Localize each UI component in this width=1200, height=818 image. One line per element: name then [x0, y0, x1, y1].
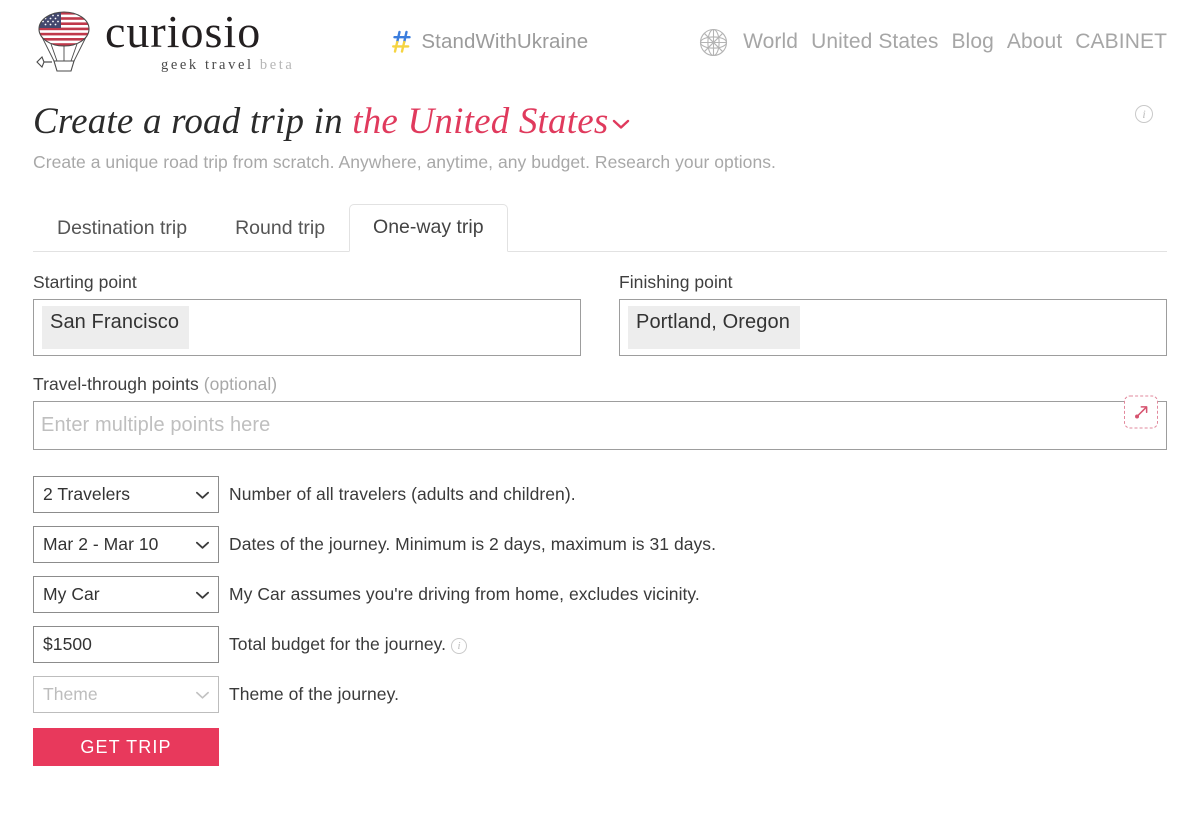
- transport-help: My Car assumes you're driving from home,…: [229, 584, 700, 605]
- travelers-help: Number of all travelers (adults and chil…: [229, 484, 576, 505]
- site-header: curiosio geek travel beta StandWithUkrai…: [0, 0, 1200, 82]
- starting-point-chip[interactable]: San Francisco: [42, 306, 190, 350]
- tab-round-trip[interactable]: Round trip: [211, 205, 349, 252]
- finishing-point-chip[interactable]: Portland, Oregon: [628, 306, 800, 350]
- starting-point-group: Starting point San Francisco: [33, 272, 581, 357]
- through-points-group: Travel-through points (optional) Enter m…: [33, 374, 1167, 451]
- nav-item-world[interactable]: World: [743, 30, 798, 54]
- nav-item-united-states[interactable]: United States: [811, 30, 938, 54]
- transport-row: My Car My Car assumes you're driving fro…: [33, 576, 1167, 614]
- dates-value: Mar 2 - Mar 10: [43, 534, 159, 555]
- dates-row: Mar 2 - Mar 10 Dates of the journey. Min…: [33, 526, 1167, 564]
- chevron-down-icon: [612, 96, 630, 142]
- chevron-down-icon: [195, 690, 210, 700]
- hot-air-balloon-logo-icon: [33, 9, 95, 75]
- finishing-point-input[interactable]: Portland, Oregon: [619, 299, 1167, 357]
- transport-value: My Car: [43, 584, 100, 605]
- stand-with-ukraine-label: StandWithUkraine: [421, 30, 589, 53]
- country-selector-label: the United States: [352, 101, 609, 142]
- trip-options: 2 Travelers Number of all travelers (adu…: [33, 476, 1167, 767]
- chevron-down-icon: [195, 540, 210, 550]
- budget-value: $1500: [43, 634, 92, 655]
- chevron-down-icon: [195, 490, 210, 500]
- transport-select[interactable]: My Car: [33, 576, 219, 614]
- travelers-value: 2 Travelers: [43, 484, 131, 505]
- nav-item-about[interactable]: About: [1007, 30, 1062, 54]
- stand-with-ukraine-link[interactable]: StandWithUkraine: [392, 30, 588, 54]
- page-title-block: Create a road trip in the United States …: [0, 82, 1200, 173]
- theme-row: Theme Theme of the journey.: [33, 676, 1167, 714]
- brand-tagline: geek travel beta: [161, 57, 295, 74]
- through-points-optional-note: (optional): [203, 374, 278, 395]
- budget-input[interactable]: $1500: [33, 626, 219, 664]
- main-navigation: World United States Blog About CABINET: [698, 27, 1167, 58]
- starting-point-input[interactable]: San Francisco: [33, 299, 581, 357]
- country-selector[interactable]: the United States: [352, 101, 630, 142]
- trip-type-tabs: Destination trip Round trip One-way trip: [33, 203, 1167, 253]
- route-expand-icon[interactable]: [1124, 395, 1158, 429]
- nav-item-cabinet[interactable]: CABINET: [1075, 30, 1167, 54]
- brand-logo[interactable]: curiosio geek travel beta: [33, 7, 294, 75]
- beta-badge: beta: [259, 57, 295, 74]
- chevron-down-icon: [195, 590, 210, 600]
- page-info-icon[interactable]: i: [1135, 105, 1153, 123]
- page-title: Create a road trip in the United States: [33, 96, 1167, 145]
- page-subtitle: Create a unique road trip from scratch. …: [33, 152, 776, 173]
- tab-destination-trip[interactable]: Destination trip: [33, 205, 211, 252]
- get-trip-button[interactable]: GET TRIP: [33, 728, 219, 767]
- page-title-lead: Create a road trip in: [33, 101, 353, 142]
- budget-row: $1500 Total budget for the journey. i: [33, 626, 1167, 664]
- finishing-point-label: Finishing point: [619, 272, 733, 293]
- theme-help: Theme of the journey.: [229, 684, 399, 705]
- dates-select[interactable]: Mar 2 - Mar 10: [33, 526, 219, 564]
- endpoints-row: Starting point San Francisco Finishing p…: [33, 272, 1167, 357]
- theme-placeholder: Theme: [43, 684, 98, 705]
- theme-select[interactable]: Theme: [33, 676, 219, 714]
- finishing-point-group: Finishing point Portland, Oregon: [619, 272, 1167, 357]
- through-points-placeholder: Enter multiple points here: [41, 414, 271, 437]
- travelers-select[interactable]: 2 Travelers: [33, 476, 219, 514]
- travelers-row: 2 Travelers Number of all travelers (adu…: [33, 476, 1167, 514]
- starting-point-label: Starting point: [33, 272, 137, 293]
- globe-icon[interactable]: [698, 27, 729, 58]
- dates-help: Dates of the journey. Minimum is 2 days,…: [229, 534, 717, 555]
- through-points-input[interactable]: Enter multiple points here: [33, 401, 1167, 451]
- trip-form: Starting point San Francisco Finishing p…: [0, 272, 1200, 767]
- page-root: curiosio geek travel beta StandWithUkrai…: [0, 0, 1200, 818]
- budget-info-icon[interactable]: i: [451, 638, 468, 655]
- budget-help: Total budget for the journey. i: [229, 634, 468, 655]
- brand-name: curiosio: [105, 6, 262, 58]
- hashtag-icon: [392, 30, 414, 54]
- through-points-label: Travel-through points (optional): [33, 374, 278, 395]
- tab-one-way-trip[interactable]: One-way trip: [349, 203, 508, 253]
- nav-item-blog[interactable]: Blog: [951, 30, 993, 54]
